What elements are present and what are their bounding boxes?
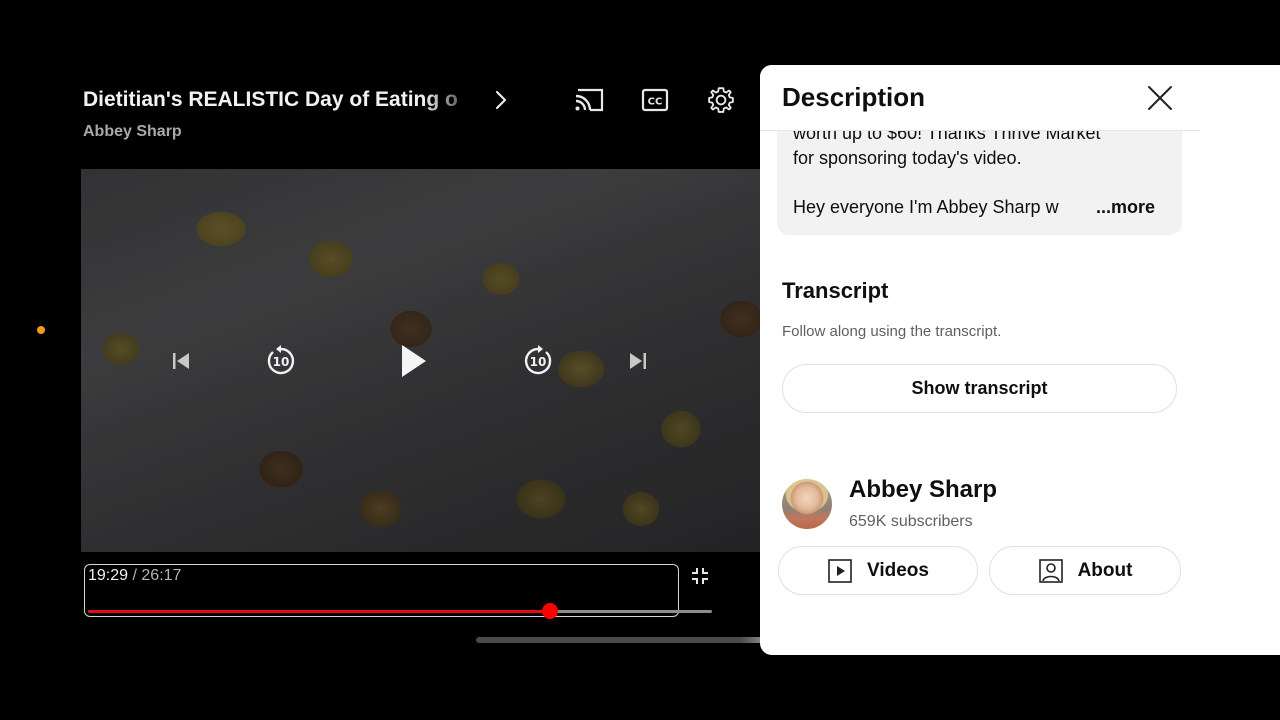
rewind-seconds-label: 10 [273, 355, 290, 369]
play-button[interactable] [393, 341, 433, 381]
panel-title: Description [782, 82, 926, 112]
time-display: 19:29 / 26:17 [88, 567, 181, 585]
show-transcript-button[interactable]: Show transcript [782, 364, 1177, 413]
play-icon [402, 345, 426, 377]
video-play-icon [828, 558, 852, 583]
svg-text:CC: CC [648, 97, 663, 108]
videos-label: Videos [867, 559, 929, 581]
time-separator: / [128, 567, 142, 584]
description-panel: worth up to $60! Thanks Thrive Market fo… [760, 65, 1280, 655]
channel-name-header[interactable]: Abbey Sharp [83, 123, 182, 141]
about-label: About [1077, 559, 1133, 581]
panel-header: Description [760, 65, 1200, 131]
about-button[interactable]: About [989, 546, 1181, 595]
channel-name[interactable]: Abbey Sharp [849, 476, 997, 504]
forward-10-icon[interactable]: 10 [518, 341, 558, 381]
status-indicator-dot [37, 326, 45, 334]
progress-played [88, 610, 551, 613]
total-duration: 26:17 [141, 567, 182, 584]
subscriber-count: 659K subscribers [849, 513, 973, 530]
person-icon [1038, 558, 1063, 583]
more-link[interactable]: ...more [1096, 197, 1155, 218]
videos-button[interactable]: Videos [778, 546, 978, 595]
progress-bar[interactable] [88, 603, 712, 619]
home-indicator-bar[interactable] [476, 637, 806, 643]
description-line: for sponsoring today's video. [793, 148, 1022, 168]
transcript-heading: Transcript [782, 278, 889, 303]
video-frame[interactable]: 10 10 [81, 169, 760, 552]
transcript-subtitle: Follow along using the transcript. [782, 323, 1002, 340]
avatar[interactable] [782, 479, 832, 529]
video-title[interactable]: Dietitian's REALISTIC Day of Eating o [83, 88, 483, 112]
description-line: Hey everyone I'm Abbey Sharp w [793, 197, 1059, 217]
cast-icon[interactable] [572, 84, 606, 116]
skip-previous-icon[interactable] [161, 341, 201, 381]
skip-next-icon[interactable] [618, 341, 658, 381]
close-icon[interactable] [1146, 84, 1174, 112]
exit-fullscreen-icon[interactable] [689, 565, 711, 587]
chevron-right-icon[interactable] [490, 88, 512, 112]
closed-captions-icon[interactable]: CC [638, 84, 672, 116]
forward-seconds-label: 10 [530, 355, 547, 369]
gear-icon[interactable] [704, 84, 738, 116]
current-time: 19:29 [88, 567, 129, 584]
replay-10-icon[interactable]: 10 [261, 341, 301, 381]
